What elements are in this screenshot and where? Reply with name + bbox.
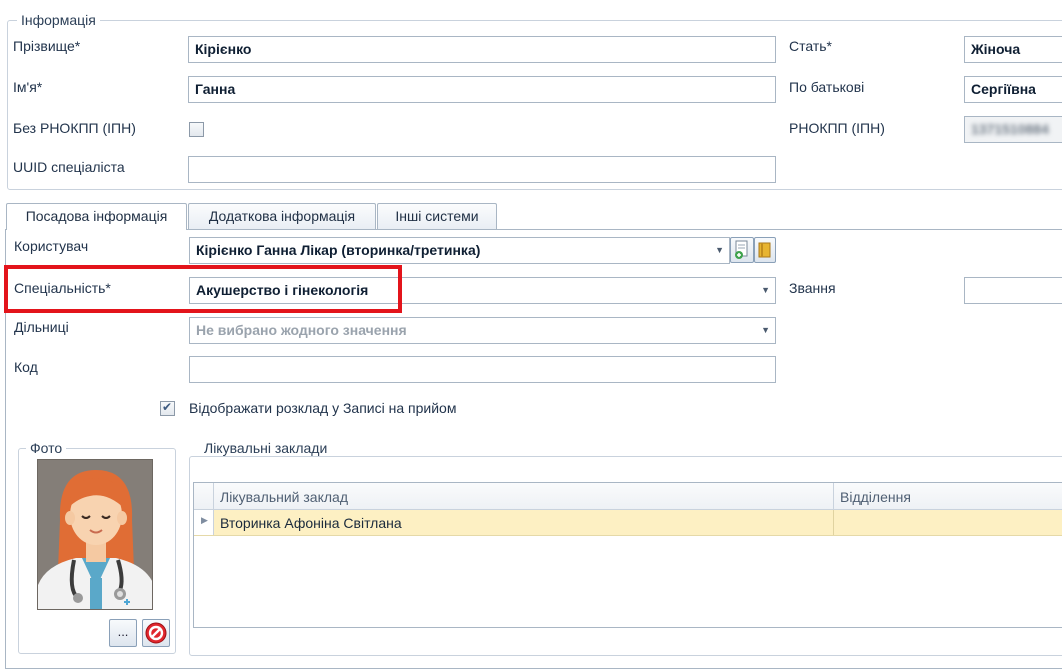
chevron-down-icon[interactable]: ▼ <box>761 278 770 303</box>
user-book-button[interactable] <box>754 237 776 263</box>
user-label: Користувач <box>14 238 89 254</box>
tab-position-info[interactable]: Посадова інформація <box>6 203 187 230</box>
info-legend: Інформація <box>17 12 100 28</box>
user-value: Кірієнко Ганна Лікар (вторинка/третинка) <box>196 242 481 258</box>
name-field[interactable]: Ганна <box>188 76 776 103</box>
cell-divider <box>833 510 834 535</box>
districts-label: Дільниці <box>14 319 69 335</box>
photo-browse-button[interactable]: ... <box>109 619 137 647</box>
tax-field[interactable]: 1371510884 <box>964 116 1062 143</box>
row-indicator: ▶ <box>194 510 214 535</box>
patronymic-label: По батькові <box>789 79 865 95</box>
districts-combo[interactable]: Не вибрано жодного значення ▼ <box>189 317 776 344</box>
book-icon <box>758 242 771 258</box>
surname-label: Прізвище* <box>13 38 81 54</box>
rank-label: Звання <box>789 280 836 296</box>
uuid-field[interactable] <box>188 156 776 183</box>
surname-field[interactable]: Кірієнко <box>188 36 776 63</box>
photo-delete-button[interactable] <box>142 619 170 647</box>
uuid-label: UUID спеціаліста <box>13 159 125 175</box>
sex-label: Стать* <box>789 38 832 54</box>
table-row[interactable]: ▶ Вторинка Афоніна Світлана <box>194 510 1062 536</box>
avatar <box>37 459 153 610</box>
sex-field[interactable]: Жіноча <box>964 36 1062 63</box>
patronymic-field[interactable]: Сергіївна <box>964 76 1062 103</box>
name-label: Ім'я* <box>13 79 43 95</box>
document-edit-icon <box>735 240 748 259</box>
column-header-department[interactable]: Відділення <box>840 489 911 505</box>
column-header-facility[interactable]: Лікувальний заклад <box>220 489 348 505</box>
facility-cell: Вторинка Афоніна Світлана <box>220 515 402 531</box>
tax-label: РНОКПП (ІПН) <box>789 120 885 136</box>
female-doctor-icon <box>38 470 152 609</box>
schedule-checkbox[interactable] <box>160 400 175 416</box>
schedule-label: Відображати розклад у Записі на прийом <box>189 400 457 416</box>
tax-value-blurred: 1371510884 <box>971 121 1049 137</box>
tab-other-systems[interactable]: Інші системи <box>377 203 497 229</box>
row-pointer-icon: ▶ <box>201 515 208 525</box>
rank-field[interactable] <box>964 277 1062 304</box>
chevron-down-icon[interactable]: ▼ <box>761 318 770 343</box>
code-label: Код <box>14 359 38 375</box>
facilities-legend: Лікувальні заклади <box>200 440 332 456</box>
chevron-down-icon[interactable]: ▼ <box>715 238 724 263</box>
code-field[interactable] <box>189 356 776 383</box>
grid-header: Лікувальний заклад Відділення <box>194 483 1062 510</box>
photo-legend: Фото <box>26 440 67 456</box>
no-tax-label: Без РНОКПП (ІПН) <box>13 120 136 136</box>
highlight-box <box>4 265 402 313</box>
districts-placeholder: Не вибрано жодного значення <box>196 322 407 338</box>
tab-additional-info[interactable]: Додаткова інформація <box>188 203 376 229</box>
user-open-button[interactable] <box>730 237 754 263</box>
delete-icon <box>145 622 167 644</box>
user-combo[interactable]: Кірієнко Ганна Лікар (вторинка/третинка)… <box>189 237 730 264</box>
column-divider[interactable] <box>833 483 834 509</box>
row-indicator-header <box>194 483 214 509</box>
no-tax-checkbox[interactable] <box>189 122 204 137</box>
